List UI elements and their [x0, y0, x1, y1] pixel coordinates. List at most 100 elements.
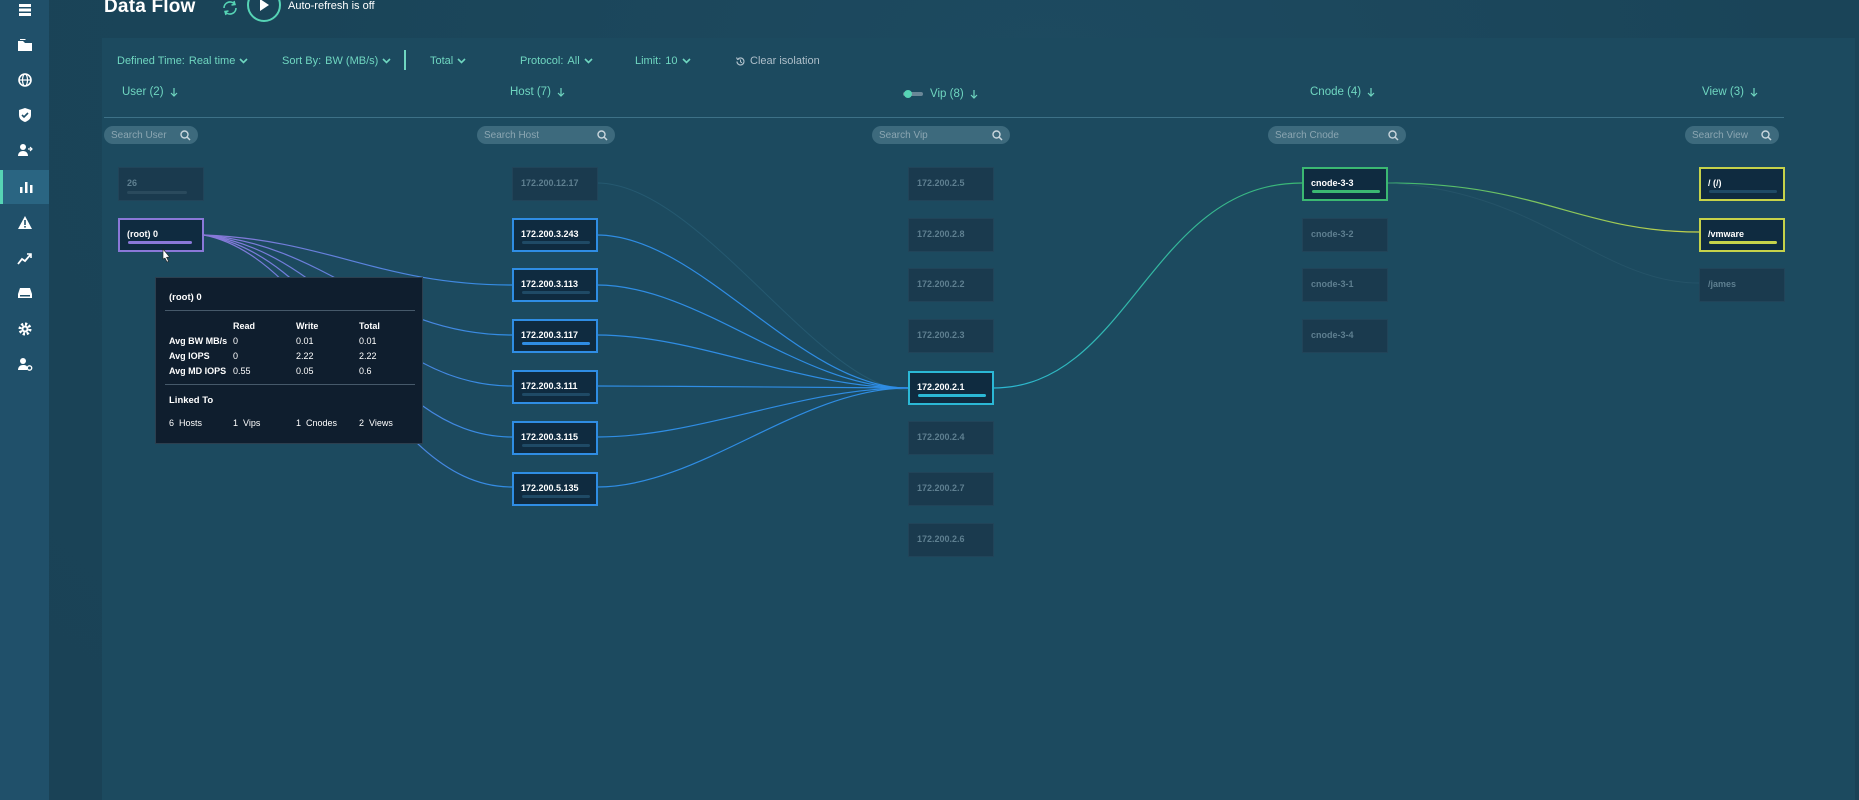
view-node-active[interactable]: / (/)	[1699, 167, 1785, 201]
sidebar-item-user-settings[interactable]	[0, 347, 49, 381]
vip-node[interactable]: 172.200.2.7	[908, 472, 994, 506]
protocol-label: Protocol:	[520, 55, 564, 67]
user-node-26[interactable]: 26	[118, 167, 204, 201]
sort-arrow-icon	[1367, 88, 1375, 97]
search-vip-input[interactable]	[879, 129, 979, 141]
shield-icon	[18, 108, 31, 122]
cell-total: 0.01	[359, 335, 377, 346]
sort-by-filter[interactable]: Sort By: BW (MB/s)	[282, 55, 391, 67]
vip-node-active[interactable]: 172.200.2.1	[908, 371, 994, 405]
refresh-icon[interactable]	[221, 0, 239, 16]
folder-icon	[17, 39, 32, 51]
vip-node[interactable]: 172.200.2.8	[908, 218, 994, 252]
host-node[interactable]: 172.200.3.117	[512, 319, 598, 353]
chevron-down-icon	[457, 58, 466, 64]
host-node[interactable]: 172.200.3.113	[512, 268, 598, 302]
drive-icon	[17, 288, 32, 298]
header-write: Write	[296, 320, 319, 331]
sidebar-item-trends[interactable]	[0, 241, 49, 275]
node-bar	[522, 495, 590, 498]
clear-isolation-button[interactable]: Clear isolation	[735, 55, 820, 67]
protocol-filter[interactable]: Protocol: All	[520, 55, 593, 67]
column-header-host[interactable]: Host (7)	[510, 86, 565, 98]
cell-read: 0	[233, 350, 239, 361]
toggle-switch[interactable]	[902, 89, 924, 99]
node-label: 26	[127, 178, 138, 188]
column-header-cnode[interactable]: Cnode (4)	[1310, 86, 1375, 98]
sidebar-item-user-transfer[interactable]	[0, 133, 49, 167]
sidebar-item-globe[interactable]	[0, 63, 49, 97]
chevron-down-icon	[681, 58, 691, 64]
linked-cnodes-label: Cnodes	[306, 418, 338, 428]
tooltip-title: (root) 0	[169, 292, 202, 303]
node-label: 172.200.5.135	[521, 483, 579, 493]
warning-icon	[17, 216, 32, 229]
cnode-node[interactable]: cnode-3-2	[1302, 218, 1388, 252]
node-label: cnode-3-4	[1311, 330, 1354, 340]
row-label: Avg BW MB/s	[169, 335, 228, 346]
search-icon	[180, 129, 191, 141]
limit-filter[interactable]: Limit: 10	[635, 55, 691, 67]
sidebar-item-settings[interactable]	[0, 312, 49, 346]
search-icon	[597, 129, 608, 141]
sidebar-item-alerts[interactable]	[0, 206, 49, 240]
vip-node[interactable]: 172.200.2.3	[908, 319, 994, 353]
linked-cnodes-count: 1	[296, 418, 302, 428]
sidebar-item-folder[interactable]	[0, 28, 49, 62]
node-tooltip: (root) 0 Read Write Total Avg BW MB/s 0 …	[155, 277, 423, 444]
search-view-input[interactable]	[1692, 129, 1756, 141]
column-header-vip[interactable]: Vip (8)	[902, 88, 978, 100]
node-bar	[918, 394, 986, 397]
column-header-user[interactable]: User (2)	[122, 86, 178, 98]
vip-node[interactable]: 172.200.2.5	[908, 167, 994, 201]
chevron-down-icon	[584, 58, 593, 64]
search-cnode[interactable]	[1268, 126, 1406, 144]
tooltip-divider	[165, 310, 415, 311]
linked-vips-label: Vips	[243, 418, 261, 428]
host-node[interactable]: 172.200.3.115	[512, 421, 598, 455]
cnode-node[interactable]: cnode-3-4	[1302, 319, 1388, 353]
search-icon	[992, 129, 1003, 141]
header-divider	[104, 117, 1784, 118]
host-node[interactable]: 172.200.12.17	[512, 167, 598, 201]
tooltip-divider	[165, 384, 415, 385]
search-user-input[interactable]	[111, 129, 175, 141]
search-cnode-input[interactable]	[1275, 129, 1375, 141]
row-label: Avg IOPS	[169, 350, 210, 361]
sort-arrow-icon	[970, 90, 978, 99]
search-host[interactable]	[477, 126, 615, 144]
gear-icon	[18, 322, 31, 336]
cnode-node-active[interactable]: cnode-3-3	[1302, 167, 1388, 201]
sidebar-item-stack[interactable]	[0, 0, 49, 27]
column-host-label: Host (7)	[510, 86, 551, 98]
node-bar	[1709, 241, 1777, 244]
host-node[interactable]: 172.200.3.111	[512, 370, 598, 404]
filter-divider	[404, 50, 406, 70]
cnode-node[interactable]: cnode-3-1	[1302, 268, 1388, 302]
autorefresh-status: Auto-refresh is off	[288, 0, 375, 12]
sidebar-item-analytics[interactable]	[0, 170, 49, 204]
search-vip[interactable]	[872, 126, 1010, 144]
cell-total: 2.22	[359, 350, 377, 361]
node-bar	[522, 444, 590, 447]
defined-time-filter[interactable]: Defined Time: Real time	[117, 55, 248, 67]
cell-read: 0	[233, 335, 239, 346]
sidebar-item-drive[interactable]	[0, 276, 49, 310]
total-filter[interactable]: Total	[430, 55, 466, 67]
view-node-active[interactable]: /vmware	[1699, 218, 1785, 252]
trend-icon	[16, 253, 32, 265]
search-host-input[interactable]	[484, 129, 584, 141]
vip-node[interactable]: 172.200.2.4	[908, 421, 994, 455]
host-node[interactable]: 172.200.3.243	[512, 218, 598, 252]
vip-node[interactable]: 172.200.2.2	[908, 268, 994, 302]
view-node[interactable]: /james	[1699, 268, 1785, 302]
search-view[interactable]	[1685, 126, 1779, 144]
node-bar	[522, 241, 590, 244]
user-node-root[interactable]: (root) 0	[118, 218, 204, 252]
cell-read: 0.55	[233, 365, 251, 376]
vip-node[interactable]: 172.200.2.6	[908, 523, 994, 557]
search-user[interactable]	[104, 126, 198, 144]
column-header-view[interactable]: View (3)	[1702, 86, 1758, 98]
host-node[interactable]: 172.200.5.135	[512, 472, 598, 506]
sidebar-item-shield[interactable]	[0, 98, 49, 132]
